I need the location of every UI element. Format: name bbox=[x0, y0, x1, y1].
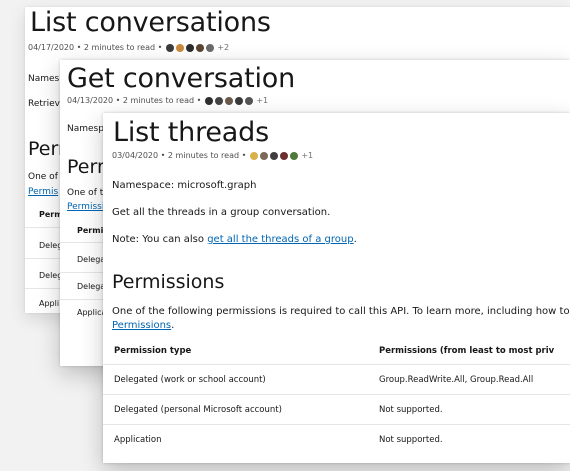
permissions-reference: Permissions. bbox=[112, 320, 175, 331]
namespace-text: Namespace: microsoft.graph bbox=[112, 180, 257, 191]
permissions-reference-link[interactable]: Permissions bbox=[112, 320, 171, 331]
contributor-avatar[interactable] bbox=[250, 151, 259, 160]
table-cell-permission-type: Delegated (work or school account) bbox=[114, 374, 266, 385]
table-row: Application Not supported. bbox=[103, 425, 570, 455]
page-title: List threads bbox=[113, 117, 269, 148]
page-title: List conversations bbox=[30, 7, 271, 38]
article-meta: 04/17/2020 • 2 minutes to read • +2 bbox=[28, 43, 230, 52]
table-cell: Deleg bbox=[39, 271, 63, 280]
article-meta: 04/13/2020 • 2 minutes to read • +1 bbox=[67, 96, 269, 105]
table-cell: Applica bbox=[77, 308, 107, 317]
note-text: Note: You can also get all the threads o… bbox=[112, 234, 357, 245]
contributor-avatars[interactable] bbox=[166, 43, 216, 52]
page-title: Get conversation bbox=[67, 63, 296, 94]
contributor-avatar[interactable] bbox=[186, 43, 195, 52]
contributor-avatar[interactable] bbox=[215, 96, 224, 105]
namespace-text: Namesp bbox=[67, 124, 104, 134]
article-meta: 03/04/2020 • 2 minutes to read • +1 bbox=[112, 151, 314, 160]
contributor-avatar[interactable] bbox=[245, 96, 254, 105]
contributor-avatars[interactable] bbox=[250, 151, 300, 160]
table-header-row: Permission type Permissions (from least … bbox=[103, 338, 570, 365]
contributor-avatar[interactable] bbox=[205, 96, 214, 105]
contributor-avatar[interactable] bbox=[270, 151, 279, 160]
table-row: Delegated (work or school account) Group… bbox=[103, 365, 570, 395]
table-cell: Delega bbox=[77, 282, 106, 291]
table-cell: Deleg bbox=[39, 241, 63, 250]
table-cell-permission-type: Application bbox=[114, 434, 162, 445]
contributor-avatar[interactable] bbox=[290, 151, 299, 160]
contributor-avatar[interactable] bbox=[280, 151, 289, 160]
table-header-permissions: Permissions (from least to most priv bbox=[379, 346, 555, 356]
permissions-heading: Permissions bbox=[112, 271, 225, 293]
description-text: Retriev bbox=[28, 99, 60, 109]
permissions-link[interactable]: Permis bbox=[28, 187, 58, 198]
table-cell: Appli bbox=[39, 299, 60, 308]
contributor-avatars[interactable] bbox=[205, 96, 255, 105]
contributor-avatar[interactable] bbox=[260, 151, 269, 160]
table-header-permission-type: Permission type bbox=[114, 346, 192, 356]
description-text: Get all the threads in a group conversat… bbox=[112, 207, 331, 218]
more-contributors-count[interactable]: +1 bbox=[256, 96, 268, 105]
permissions-intro: One of the following permissions is requ… bbox=[112, 306, 570, 317]
contributor-avatar[interactable] bbox=[206, 43, 215, 52]
table-cell-permissions: Not supported. bbox=[379, 404, 443, 415]
group-threads-link[interactable]: get all the threads of a group bbox=[207, 234, 353, 245]
table-row: Delegated (personal Microsoft account) N… bbox=[103, 395, 570, 425]
contributor-avatar[interactable] bbox=[176, 43, 185, 52]
contributor-avatar[interactable] bbox=[225, 96, 234, 105]
permissions-table: Permission type Permissions (from least … bbox=[103, 338, 570, 454]
more-contributors-count[interactable]: +2 bbox=[217, 43, 229, 52]
contributor-avatar[interactable] bbox=[196, 43, 205, 52]
doc-card-list-threads: List threads 03/04/2020 • 2 minutes to r… bbox=[103, 113, 570, 463]
table-cell-permission-type: Delegated (personal Microsoft account) bbox=[114, 404, 282, 415]
namespace-text: Names bbox=[28, 74, 60, 84]
contributor-avatar[interactable] bbox=[235, 96, 244, 105]
permissions-intro: One of bbox=[28, 172, 58, 182]
table-cell-permissions: Group.ReadWrite.All, Group.Read.All bbox=[379, 374, 534, 385]
table-cell: Delega bbox=[77, 255, 106, 264]
contributor-avatar[interactable] bbox=[166, 43, 175, 52]
more-contributors-count[interactable]: +1 bbox=[301, 151, 313, 160]
table-cell-permissions: Not supported. bbox=[379, 434, 443, 445]
permissions-link[interactable]: Permissi bbox=[67, 202, 104, 213]
permissions-intro: One of t bbox=[67, 188, 104, 198]
